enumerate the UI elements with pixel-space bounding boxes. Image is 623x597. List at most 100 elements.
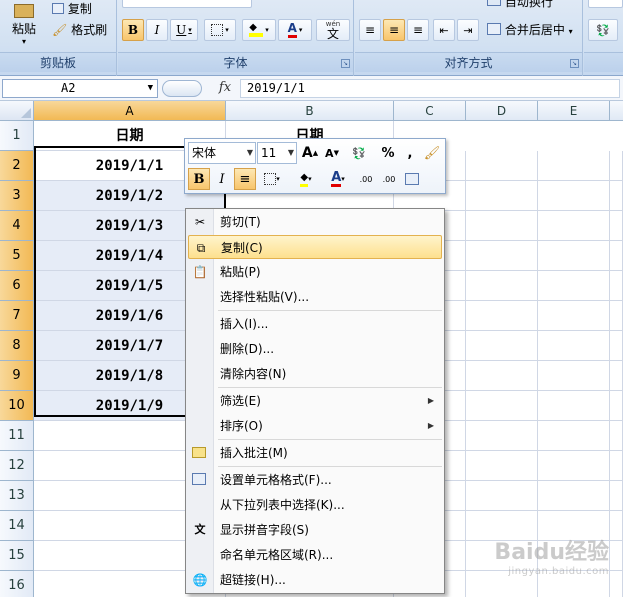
menu-item-pick-from-list[interactable]: 从下拉列表中选择(K)... — [188, 493, 442, 517]
merge-cells-button[interactable] — [401, 168, 423, 190]
italic-button[interactable]: I — [146, 19, 168, 41]
format-painter-button[interactable]: 🖌 格式刷 — [52, 21, 107, 38]
menu-item-insert[interactable]: 插入(I)... — [188, 312, 442, 336]
grid-cell[interactable] — [610, 241, 623, 271]
align-center-button[interactable]: ≡ — [383, 19, 405, 41]
number-format-combo[interactable] — [588, 0, 623, 8]
row-header[interactable]: 14 — [0, 511, 34, 541]
align-left-button[interactable]: ≡ — [359, 19, 381, 41]
underline-button[interactable]: U ▾ — [170, 19, 198, 41]
mini-bold-button[interactable]: B — [188, 168, 210, 190]
row-header[interactable]: 16 — [0, 571, 34, 597]
row-header[interactable]: 9 — [0, 361, 34, 391]
grid-cell[interactable] — [538, 331, 610, 361]
mini-center-button[interactable]: ≡ — [234, 168, 256, 190]
mini-font-color-button[interactable]: A ▾ — [323, 168, 353, 190]
grid-cell[interactable] — [466, 151, 538, 181]
grid-cell[interactable] — [610, 541, 623, 571]
grid-cell[interactable] — [538, 211, 610, 241]
row-header[interactable]: 15 — [0, 541, 34, 571]
row-header[interactable]: 3 — [0, 181, 34, 211]
grid-cell[interactable] — [610, 571, 623, 597]
grid-cell[interactable] — [538, 301, 610, 331]
row-header[interactable]: 10 — [0, 391, 34, 421]
name-box[interactable]: A2 ▼ — [2, 79, 158, 98]
decrease-decimal-button[interactable]: .00 — [378, 168, 400, 190]
menu-item-format-cells[interactable]: 设置单元格格式(F)... — [188, 468, 442, 492]
menu-item-copy[interactable]: ⧉ 复制(C) — [188, 235, 442, 259]
grid-cell[interactable] — [610, 421, 623, 451]
grid-cell[interactable] — [538, 481, 610, 511]
align-right-button[interactable]: ≡ — [407, 19, 429, 41]
grid-cell[interactable] — [538, 421, 610, 451]
grid-cell[interactable] — [610, 271, 623, 301]
grid-cell[interactable] — [466, 361, 538, 391]
row-header[interactable]: 11 — [0, 421, 34, 451]
merge-center-button[interactable]: 合并后居中 ▾ — [487, 21, 573, 38]
column-header-c[interactable]: C — [394, 101, 466, 121]
column-header-d[interactable]: D — [466, 101, 538, 121]
row-header[interactable]: 5 — [0, 241, 34, 271]
mini-font-size-combo[interactable]: 11 ▼ — [257, 142, 297, 164]
grid-cell[interactable] — [466, 391, 538, 421]
column-header-f[interactable] — [610, 101, 623, 121]
name-box-dropdown-icon[interactable]: ▼ — [148, 80, 153, 97]
column-header-b[interactable]: B — [226, 101, 394, 121]
row-header[interactable]: 6 — [0, 271, 34, 301]
column-header-a[interactable]: A — [34, 101, 226, 121]
grid-cell[interactable] — [466, 451, 538, 481]
decrease-indent-button[interactable]: ⇤ — [433, 19, 455, 41]
menu-item-define-name[interactable]: 命名单元格区域(R)... — [188, 543, 442, 567]
row-header[interactable]: 12 — [0, 451, 34, 481]
grid-cell[interactable] — [538, 151, 610, 181]
grid-cell[interactable] — [538, 361, 610, 391]
grid-cell[interactable] — [610, 151, 623, 181]
grow-font-button[interactable]: A ▲ — [299, 142, 321, 164]
grid-cell[interactable] — [466, 421, 538, 451]
grid-cell[interactable] — [610, 391, 623, 421]
grid-cell[interactable] — [538, 271, 610, 301]
row-header[interactable]: 13 — [0, 481, 34, 511]
mini-italic-button[interactable]: I — [211, 168, 233, 190]
menu-item-paste[interactable]: 📋 粘贴(P) — [188, 260, 442, 284]
bold-button[interactable]: B — [122, 19, 144, 41]
grid-cell[interactable] — [466, 331, 538, 361]
menu-item-clear-contents[interactable]: 清除内容(N) — [188, 362, 442, 386]
font-name-combo[interactable] — [122, 0, 252, 8]
row-header[interactable]: 8 — [0, 331, 34, 361]
phonetic-button[interactable]: wén 文 — [316, 19, 350, 41]
menu-item-sort[interactable]: 排序(O) ▶ — [188, 414, 442, 438]
wrap-text-button[interactable]: 自动换行 — [487, 0, 553, 10]
increase-decimal-button[interactable]: .00 — [355, 168, 377, 190]
mini-fill-color-button[interactable]: ◆ ▾ — [291, 168, 321, 190]
menu-item-paste-special[interactable]: 选择性粘贴(V)... — [188, 285, 442, 309]
grid-cell[interactable] — [538, 241, 610, 271]
increase-indent-button[interactable]: ⇥ — [457, 19, 479, 41]
column-header-e[interactable]: E — [538, 101, 610, 121]
row-header[interactable]: 2 — [0, 151, 34, 181]
menu-item-delete[interactable]: 删除(D)... — [188, 337, 442, 361]
menu-item-show-phonetic[interactable]: 文显示拼音字段(S) — [188, 518, 442, 542]
select-all-button[interactable] — [0, 101, 34, 121]
menu-item-hyperlink[interactable]: 🌐 超链接(H)... — [188, 568, 442, 592]
fill-color-button[interactable]: ◆ ▾ — [242, 19, 276, 41]
grid-cell[interactable] — [466, 481, 538, 511]
grid-cell[interactable] — [466, 301, 538, 331]
menu-item-cut[interactable]: ✂ 剪切(T) — [188, 210, 442, 234]
grid-cell[interactable] — [610, 211, 623, 241]
grid-cell[interactable] — [538, 181, 610, 211]
grid-cell[interactable] — [538, 451, 610, 481]
accounting-format-button[interactable]: 💱 — [588, 19, 618, 41]
grid-cell[interactable] — [538, 391, 610, 421]
grid-cell[interactable] — [466, 241, 538, 271]
formula-bar-splitter[interactable] — [162, 80, 202, 97]
grid-cell[interactable] — [610, 301, 623, 331]
insert-function-button[interactable]: fx — [210, 79, 240, 98]
font-color-button[interactable]: A ▾ — [278, 19, 312, 41]
menu-item-filter[interactable]: 筛选(E) ▶ — [188, 389, 442, 413]
grid-cell[interactable] — [610, 361, 623, 391]
formula-input[interactable]: 2019/1/1 — [240, 79, 620, 98]
menu-item-insert-comment[interactable]: 插入批注(M) — [188, 441, 442, 465]
grid-cell[interactable] — [610, 181, 623, 211]
row-header[interactable]: 4 — [0, 211, 34, 241]
